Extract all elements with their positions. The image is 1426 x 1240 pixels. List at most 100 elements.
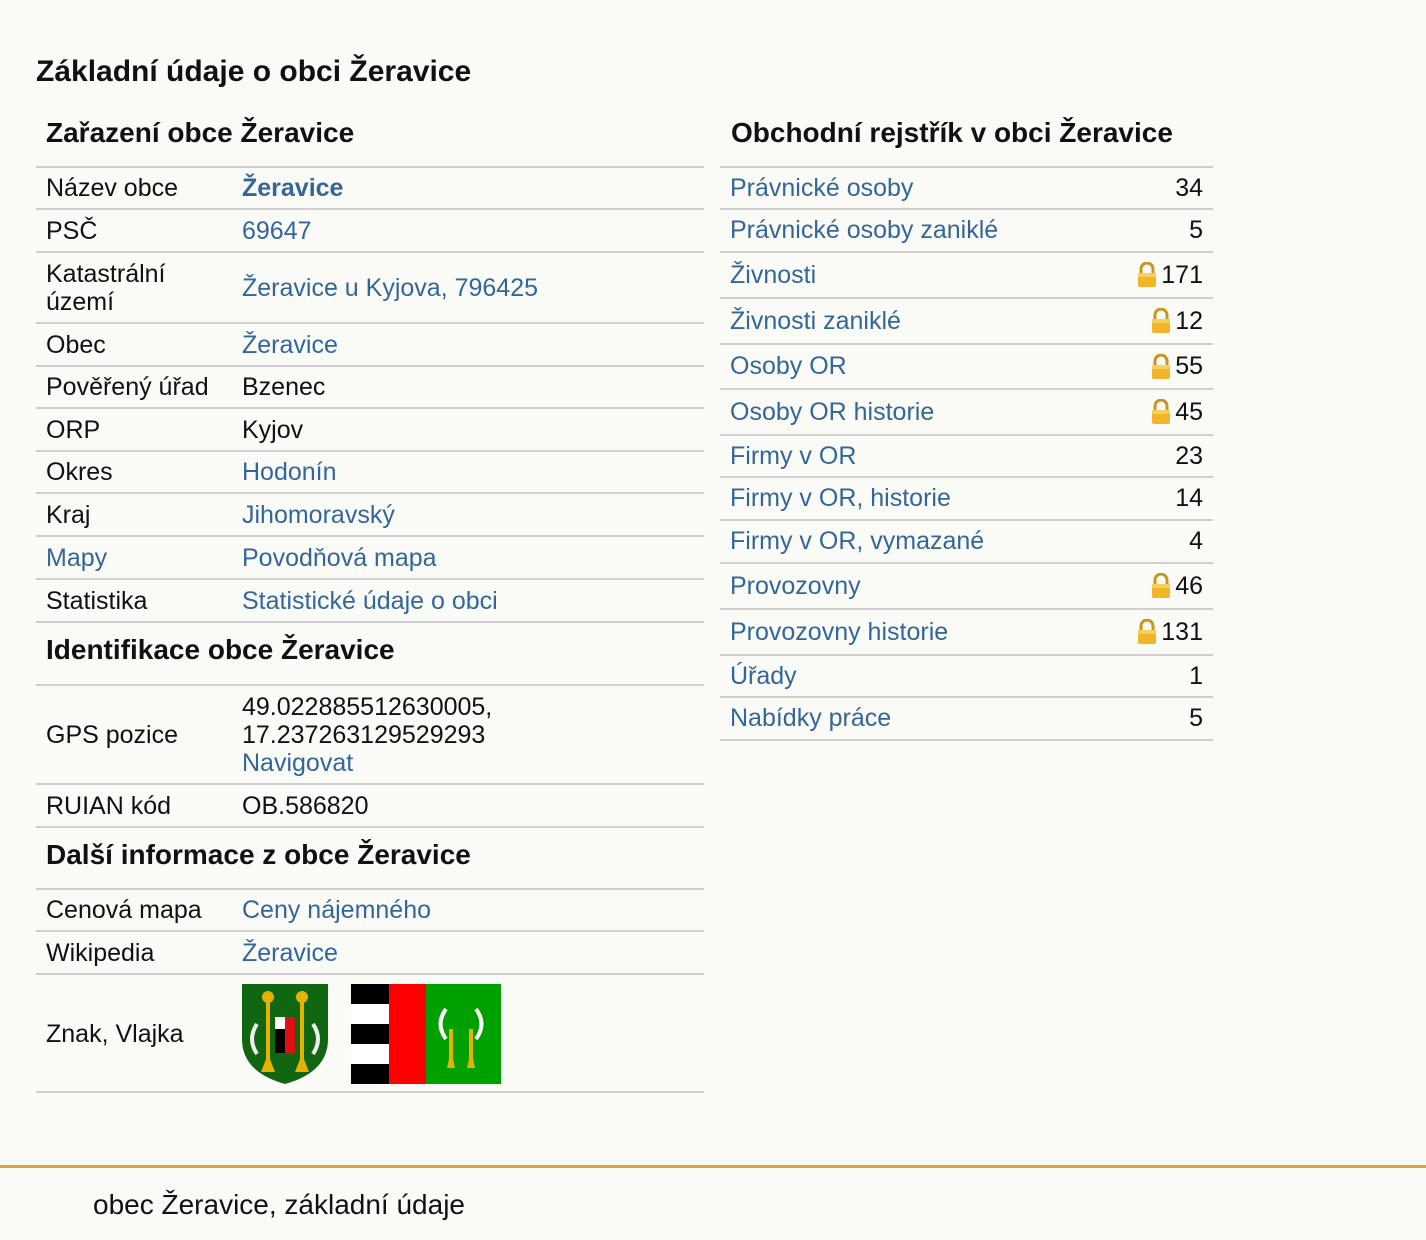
or-row-link[interactable]: Firmy v OR [730,442,856,471]
or-row-count: 55 [1151,352,1203,381]
row-key: ORP [46,415,101,444]
section-title-obchodni: Obchodní rejstřík v obci Žeravice [720,110,1213,168]
row-nazev-obce: Název obce Žeravice [36,168,704,210]
gps-latitude: 49.022885512630005, [242,692,493,721]
link-katastralni-uzemi[interactable]: Žeravice u Kyjova, 796425 [242,274,538,302]
row-key: Okres [46,458,113,486]
section-title-identifikace: Identifikace obce Žeravice [36,623,704,686]
or-row-count: 5 [1189,216,1203,245]
section-title-dalsi: Další informace z obce Žeravice [36,828,704,890]
count-value: 55 [1175,352,1203,380]
or-row-link[interactable]: Osoby OR historie [730,398,934,427]
page-title: Základní údaje o obci Žeravice [36,55,472,88]
row-znak-vlajka: Znak, Vlajka [36,975,704,1093]
link-ceny-najemneho[interactable]: Ceny nájemného [242,896,431,924]
or-row-link[interactable]: Provozovny historie [730,618,948,647]
link-mapy[interactable]: Mapy [46,544,107,572]
link-wikipedia[interactable]: Žeravice [242,939,338,967]
row-value: Bzenec [242,373,326,401]
or-row-link[interactable]: Živnosti [730,261,816,290]
or-row: Firmy v OR, vymazané 4 [720,521,1213,564]
row-mapy: Mapy Povodňová mapa [36,537,704,580]
row-value: Kyjov [242,415,304,444]
count-value: 34 [1175,173,1203,202]
footer-divider [0,1165,1426,1168]
navigovat-link[interactable]: Navigovat [242,749,353,777]
footer-text: obec Žeravice, základní údaje [93,1189,465,1220]
or-row-count: 4 [1189,527,1203,556]
lock-icon [1152,573,1171,598]
row-obec: Obec Žeravice [36,324,704,367]
row-key: Statistika [46,586,148,615]
count-value: 5 [1189,704,1203,732]
or-row-link[interactable]: Právnické osoby zaniklé [730,216,998,245]
or-row-count: 5 [1189,704,1203,733]
row-key: GPS pozice [46,720,179,749]
left-column: Zařazení obce Žeravice Název obce Žeravi… [36,110,704,1097]
lock-icon [1152,399,1171,424]
or-row: Právnické osoby zaniklé 5 [720,210,1213,253]
lock-icon [1138,619,1157,644]
lock-icon [1138,262,1157,287]
row-key: Wikipedia [46,938,155,967]
count-value: 45 [1175,397,1203,426]
or-row-link[interactable]: Úřady [730,662,797,691]
or-row-link[interactable]: Právnické osoby [730,174,913,203]
row-key: Pověřený úřad [46,373,209,401]
or-row-link[interactable]: Firmy v OR, historie [730,484,951,513]
row-key: Kraj [46,500,91,529]
count-value: 46 [1175,571,1203,600]
or-row: Nabídky práce 5 [720,698,1213,741]
or-row: Úřady 1 [720,656,1213,698]
coat-of-arms-image[interactable] [242,984,328,1084]
row-povereny-urad: Pověřený úřad Bzenec [36,367,704,409]
row-gps: GPS pozice 49.022885512630005, 17.237263… [36,686,704,785]
count-value: 1 [1189,661,1203,690]
flag-image[interactable] [350,984,501,1084]
row-psc: PSČ 69647 [36,210,704,253]
gps-longitude: 17.237263129529293 [242,720,486,749]
link-psc[interactable]: 69647 [242,217,312,245]
bottom-divider [232,1091,704,1093]
lock-icon [1152,353,1171,379]
link-statistika[interactable]: Statistické údaje o obci [242,587,498,615]
row-key: Cenová mapa [46,896,202,924]
link-kraj[interactable]: Jihomoravský [242,501,395,529]
or-row-link[interactable]: Živnosti zaniklé [730,307,901,336]
lock-icon [1152,308,1171,333]
or-row: Firmy v OR, historie 14 [720,478,1213,521]
row-key: Obec [46,330,106,359]
row-katastralni-uzemi: Katastrální území Žeravice u Kyjova, 796… [36,253,704,324]
row-ruian: RUIAN kód OB.586820 [36,785,704,828]
or-row-count: 34 [1175,174,1203,203]
count-value: 12 [1175,306,1203,335]
count-value: 14 [1175,484,1203,512]
or-row-link[interactable]: Nabídky práce [730,704,891,733]
or-row: Právnické osoby 34 [720,168,1213,210]
row-cenova-mapa: Cenová mapa Ceny nájemného [36,890,704,932]
row-wikipedia: Wikipedia Žeravice [36,932,704,975]
count-value: 131 [1161,617,1203,646]
or-row: Firmy v OR 23 [720,436,1213,478]
link-nazev-obce[interactable]: Žeravice [242,174,343,202]
link-obec[interactable]: Žeravice [242,331,338,359]
or-row-link[interactable]: Firmy v OR, vymazané [730,527,984,556]
link-okres[interactable]: Hodonín [242,458,337,486]
bottom-divider-left [36,1091,232,1093]
or-row-count: 131 [1137,618,1203,647]
count-value: 4 [1189,527,1203,555]
row-kraj: Kraj Jihomoravský [36,494,704,537]
row-key: Katastrální území [46,259,166,316]
row-okres: Okres Hodonín [36,452,704,494]
or-row-count: 46 [1151,572,1203,601]
or-row: Provozovny historie 131 [720,610,1213,656]
or-row: Provozovny 46 [720,564,1213,610]
link-povodnova-mapa[interactable]: Povodňová mapa [242,544,437,572]
or-row-count: 171 [1137,261,1203,290]
or-row-count: 14 [1175,484,1203,513]
or-row-link[interactable]: Osoby OR [730,352,847,381]
or-row: Živnosti zaniklé 12 [720,299,1213,345]
count-value: 23 [1175,441,1203,470]
or-row-link[interactable]: Provozovny [730,572,861,601]
row-key: RUIAN kód [46,791,172,820]
